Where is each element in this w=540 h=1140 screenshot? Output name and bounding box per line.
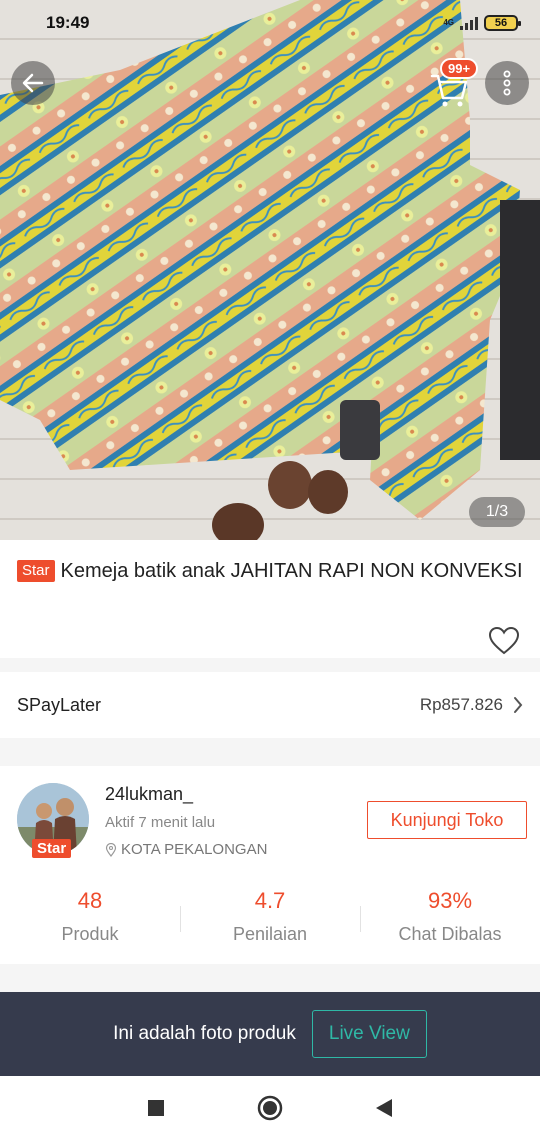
- shop-location-text: KOTA PEKALONGAN: [121, 841, 268, 858]
- stat-products[interactable]: 48 Produk: [0, 884, 180, 954]
- stat-label: Chat Dibalas: [398, 924, 502, 944]
- more-options-button[interactable]: [485, 61, 529, 105]
- product-title-section: Star Kemeja batik anak JAHITAN RAPI NON K…: [0, 540, 540, 658]
- shop-section: Star 24lukman_ Aktif 7 menit lalu KOTA P…: [0, 766, 540, 964]
- spaylater-row[interactable]: SPayLater Rp857.826: [0, 672, 540, 738]
- network-type: 4G: [443, 18, 454, 27]
- recents-square-icon[interactable]: [147, 1099, 165, 1117]
- status-icons: 4G 56: [443, 15, 521, 31]
- shop-location: KOTA PEKALONGAN: [105, 841, 267, 858]
- product-page: 19:49 4G 56 99+ 1/3 Star Kemeja batik an…: [0, 0, 540, 1140]
- cart-count-badge: 99+: [440, 58, 479, 79]
- cart-button[interactable]: 99+: [426, 58, 479, 107]
- product-title-text: Kemeja batik anak JAHITAN RAPI NON KONVE…: [60, 560, 523, 582]
- banner-text: Ini adalah foto produk: [113, 1023, 296, 1044]
- visit-shop-button[interactable]: Kunjungi Toko: [367, 801, 527, 839]
- stat-rating[interactable]: 4.7 Penilaian: [180, 884, 360, 954]
- chevron-right-icon: [514, 697, 523, 713]
- status-time: 19:49: [46, 13, 90, 32]
- shop-stats: 48 Produk 4.7 Penilaian 93% Chat Dibalas: [0, 884, 540, 954]
- shop-active-status: Aktif 7 menit lalu: [105, 814, 216, 831]
- stat-value: 4.7: [254, 888, 286, 913]
- image-counter: 1/3: [469, 497, 525, 527]
- spaylater-label: SPayLater: [17, 694, 102, 715]
- stat-value: 48: [77, 888, 103, 913]
- spaylater-info: Rp857.826: [420, 695, 523, 715]
- star-seller-badge: Star: [17, 560, 55, 582]
- back-arrow-icon: [22, 73, 44, 93]
- product-title: Star Kemeja batik anak JAHITAN RAPI NON K…: [17, 557, 527, 585]
- favorite-heart-icon[interactable]: [488, 626, 520, 656]
- stat-chat-reply[interactable]: 93% Chat Dibalas: [360, 884, 540, 954]
- spaylater-amount: Rp857.826: [419, 695, 503, 714]
- back-triangle-icon[interactable]: [375, 1098, 393, 1118]
- stat-value: 93%: [427, 888, 473, 913]
- signal-icon: [460, 16, 478, 30]
- shop-star-badge: Star: [32, 839, 72, 858]
- status-bar: 19:49 4G 56: [0, 0, 540, 46]
- stat-label: Produk: [61, 924, 119, 944]
- live-view-banner: Ini adalah foto produk Live View: [0, 992, 540, 1076]
- battery-icon: 56: [484, 15, 521, 31]
- location-pin-icon: [105, 842, 117, 857]
- back-button[interactable]: [11, 61, 55, 105]
- more-vertical-icon: [503, 70, 511, 96]
- live-view-button[interactable]: Live View: [311, 1010, 427, 1058]
- home-circle-icon[interactable]: [257, 1095, 283, 1121]
- system-navigation-bar: [0, 1076, 540, 1140]
- battery-level: 56: [494, 17, 508, 29]
- stat-label: Penilaian: [232, 924, 308, 944]
- shop-name[interactable]: 24lukman_: [105, 784, 193, 805]
